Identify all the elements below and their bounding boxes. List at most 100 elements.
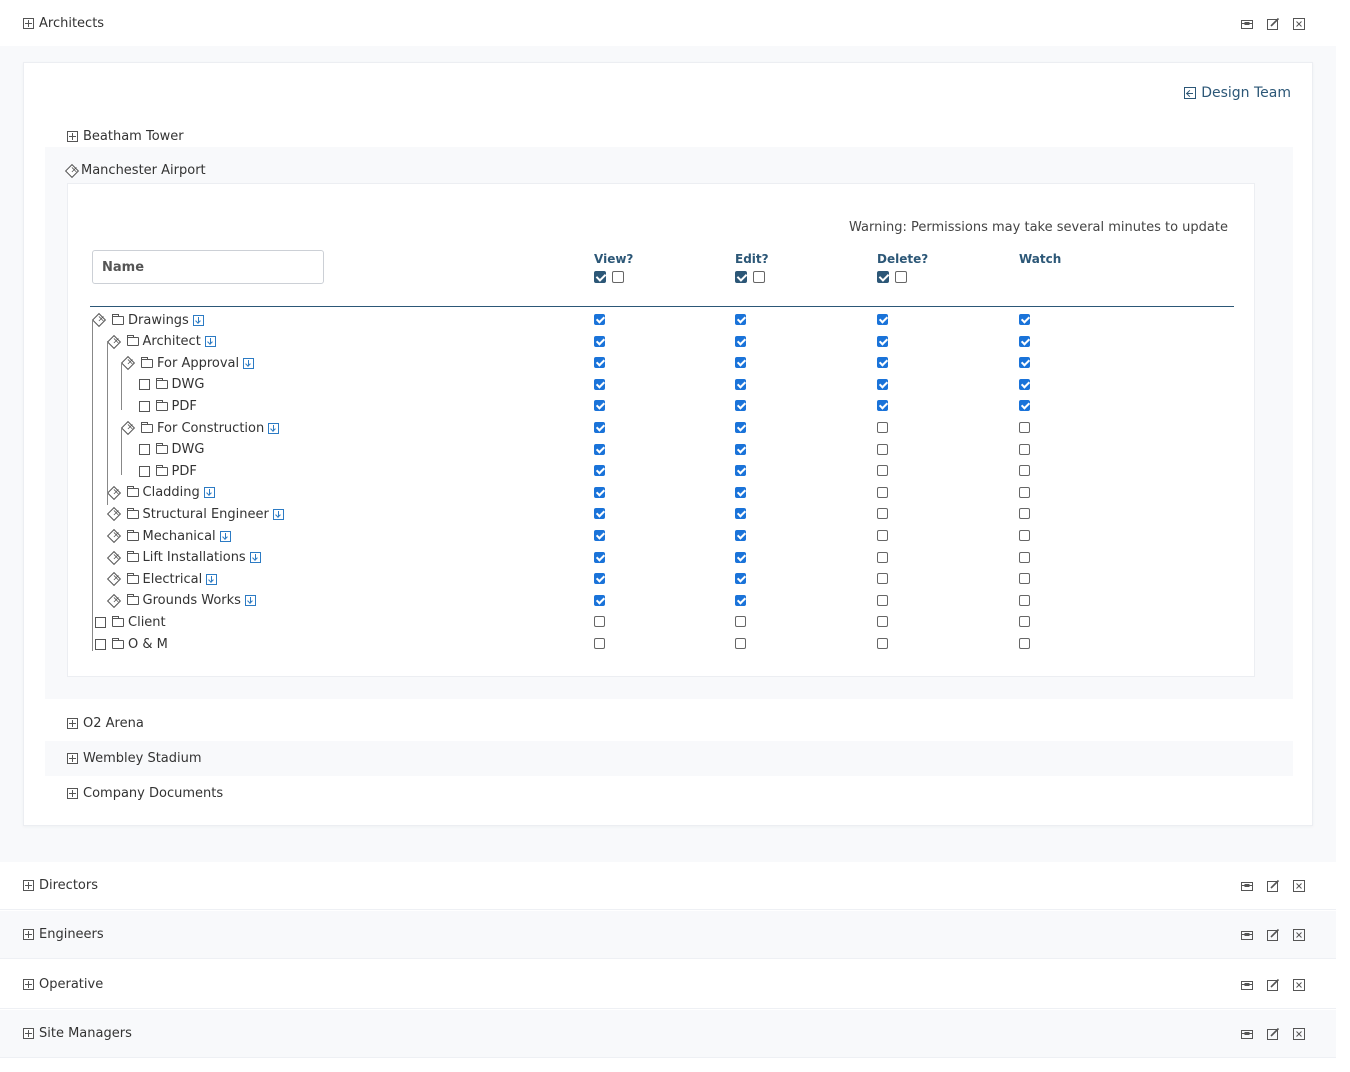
close-box-icon[interactable] [1292,928,1306,942]
view-checkbox[interactable] [594,594,605,606]
close-box-icon[interactable] [1292,1027,1306,1041]
delete-checkbox[interactable] [877,357,888,369]
delete-checkbox[interactable] [877,465,888,477]
select-checkbox[interactable] [95,638,106,650]
watch-checkbox[interactable] [1019,400,1030,412]
collapse-icon[interactable] [91,312,107,328]
watch-checkbox[interactable] [1019,616,1030,628]
view-all-checkbox[interactable] [594,271,606,283]
delete-checkbox[interactable] [877,443,888,455]
watch-checkbox[interactable] [1019,378,1030,390]
collapse-icon[interactable] [106,550,121,565]
edit-checkbox[interactable] [735,465,746,477]
project-row-o2[interactable]: O2 Arena [45,706,1293,741]
project-row-wembley[interactable]: Wembley Stadium [45,741,1293,776]
project-row-manchester[interactable]: Manchester Airport [64,163,206,178]
expand-icon[interactable] [67,788,78,799]
delete-checkbox[interactable] [877,638,888,649]
group-row-operative[interactable]: Operative [0,961,1336,1009]
expand-icon[interactable] [23,18,34,29]
archive-icon[interactable] [1240,879,1254,893]
delete-checkbox[interactable] [877,314,888,325]
delete-all-checkbox[interactable] [877,271,889,283]
view-checkbox[interactable] [594,443,605,455]
edit-checkbox[interactable] [735,594,746,606]
archive-icon[interactable] [1240,928,1254,942]
collapse-icon[interactable] [120,356,136,371]
select-checkbox[interactable] [95,616,106,628]
delete-checkbox[interactable] [877,400,888,412]
watch-checkbox[interactable] [1019,443,1030,455]
delete-checkbox[interactable] [877,508,888,520]
download-icon[interactable] [272,508,284,520]
download-icon[interactable] [203,487,215,499]
collapse-icon[interactable] [106,485,121,500]
view-checkbox[interactable] [594,378,605,390]
group-row-site-managers[interactable]: Site Managers [0,1010,1336,1058]
download-icon[interactable] [249,552,261,564]
expand-icon[interactable] [23,929,34,940]
view-checkbox[interactable] [594,465,605,477]
edit-checkbox[interactable] [735,335,746,347]
watch-checkbox[interactable] [1019,508,1030,520]
view-checkbox[interactable] [594,314,605,325]
edit-checkbox[interactable] [735,530,746,541]
view-checkbox[interactable] [594,357,605,369]
expand-icon[interactable] [23,880,34,891]
view-checkbox[interactable] [594,335,605,347]
download-icon[interactable] [219,530,231,542]
close-box-icon[interactable] [1292,978,1306,992]
close-box-icon[interactable] [1292,17,1306,31]
group-row-architects[interactable]: Architects [0,0,1336,48]
design-team-link[interactable]: Design Team [1184,85,1291,101]
view-checkbox[interactable] [594,400,605,412]
edit-checkbox[interactable] [735,508,746,520]
select-checkbox[interactable] [138,379,150,391]
delete-checkbox[interactable] [877,486,888,498]
edit-icon[interactable] [1266,928,1280,942]
edit-checkbox[interactable] [735,400,746,412]
group-row-directors[interactable]: Directors [0,862,1336,910]
watch-checkbox[interactable] [1019,486,1030,498]
edit-checkbox[interactable] [735,573,746,585]
expand-icon[interactable] [23,979,34,990]
watch-checkbox[interactable] [1019,594,1030,606]
expand-icon[interactable] [67,718,78,729]
delete-checkbox[interactable] [877,530,888,541]
select-checkbox[interactable] [138,444,150,456]
watch-checkbox[interactable] [1019,638,1030,649]
delete-checkbox[interactable] [877,616,888,628]
edit-checkbox[interactable] [735,616,746,628]
edit-all-checkbox[interactable] [735,271,747,283]
view-checkbox[interactable] [594,508,605,520]
archive-icon[interactable] [1240,1027,1254,1041]
edit-icon[interactable] [1266,879,1280,893]
edit-icon[interactable] [1266,1027,1280,1041]
edit-checkbox[interactable] [735,443,746,455]
delete-checkbox[interactable] [877,594,888,606]
collapse-icon[interactable] [106,334,121,349]
view-checkbox[interactable] [594,638,605,649]
edit-checkbox[interactable] [735,638,746,649]
expand-icon[interactable] [23,1028,34,1039]
collapse-icon[interactable] [106,572,121,587]
delete-checkbox[interactable] [877,551,888,563]
watch-checkbox[interactable] [1019,551,1030,563]
download-icon[interactable] [192,314,204,326]
watch-checkbox[interactable] [1019,314,1030,325]
expand-icon[interactable] [67,753,78,764]
archive-icon[interactable] [1240,17,1254,31]
select-checkbox[interactable] [138,465,150,477]
download-icon[interactable] [204,336,216,348]
edit-checkbox[interactable] [735,357,746,369]
delete-checkbox[interactable] [877,335,888,347]
watch-checkbox[interactable] [1019,335,1030,347]
name-filter-input[interactable] [92,250,324,284]
edit-icon[interactable] [1266,17,1280,31]
download-icon[interactable] [244,595,256,607]
delete-checkbox[interactable] [877,422,888,433]
edit-checkbox[interactable] [735,378,746,390]
view-checkbox[interactable] [594,486,605,498]
delete-checkbox[interactable] [877,573,888,585]
download-icon[interactable] [243,357,255,369]
